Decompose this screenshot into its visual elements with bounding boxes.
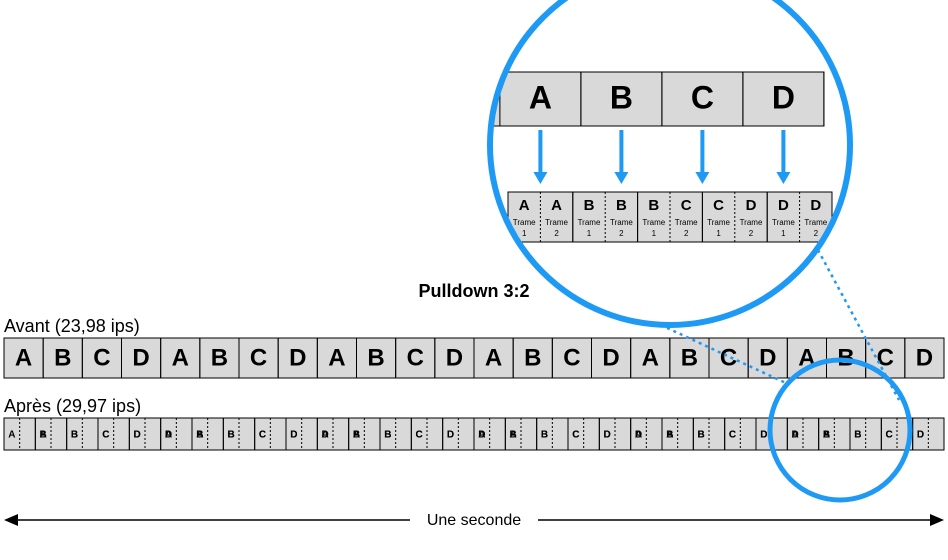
magnifier-trame-number: 2 <box>814 229 819 238</box>
after-field-letter: B <box>510 430 517 441</box>
after-field-letter: B <box>541 430 548 441</box>
before-frame-letter: C <box>407 344 424 371</box>
before-frame-letter: A <box>642 344 659 371</box>
after-field-letter: B <box>854 430 861 441</box>
before-frame-letter: C <box>250 344 267 371</box>
magnifier-output-fields: A Trame 1 A Trame 2 B Trame 1 B Trame 2 B Trame 1 C Tram… <box>508 192 832 242</box>
before-frame-letter: D <box>602 344 619 371</box>
magnifier-source-letter: D <box>772 79 795 115</box>
before-frame-letter: B <box>681 344 698 371</box>
before-frame-letter: C <box>877 344 894 371</box>
before-frame-letter: A <box>328 344 345 371</box>
magnifier-output-letter: C <box>713 197 724 214</box>
before-frame-letter: D <box>759 344 776 371</box>
magnifier-trame-label: Trame <box>740 218 763 227</box>
after-strip: AABBBCCDDDAABBBCCDDDAABBBCCDDDAABBBCCDDD… <box>4 418 948 450</box>
magnifier-trame-number: 2 <box>749 229 754 238</box>
after-field-letter: B <box>353 430 360 441</box>
after-field-letter: D <box>917 430 924 441</box>
magnifier-trame-label: Trame <box>545 218 568 227</box>
magnifier-trame-label: Trame <box>707 218 730 227</box>
pulldown-diagram: Pulldown 3:2 Avant (23,98 ips) ABCDABCDA… <box>0 0 948 560</box>
after-field-letter: A <box>322 430 329 441</box>
after-field-letter: D <box>134 430 141 441</box>
before-frame-letter: D <box>289 344 306 371</box>
magnifier-output-letter: B <box>616 197 627 214</box>
after-field-letter: C <box>102 430 109 441</box>
magnifier-trame-label: Trame <box>610 218 633 227</box>
magnifier-trame-number: 1 <box>652 229 657 238</box>
magnifier-trame-number: 2 <box>619 229 624 238</box>
before-frame-letter: A <box>485 344 502 371</box>
before-frame-letter: D <box>132 344 149 371</box>
after-field-letter: A <box>8 430 15 441</box>
before-frame-letter: A <box>15 344 32 371</box>
before-frame-letter: D <box>446 344 463 371</box>
after-field-letter: D <box>760 430 767 441</box>
magnifier-output-letter: A <box>551 197 562 214</box>
before-frame-letter: A <box>172 344 189 371</box>
magnifier-output-letter: C <box>681 197 692 214</box>
magnifier-output-letter: D <box>746 197 757 214</box>
before-frame-letter: B <box>54 344 71 371</box>
after-field-letter: C <box>416 430 423 441</box>
after-field-letter: D <box>290 430 297 441</box>
magnifier-trame-label: Trame <box>642 218 665 227</box>
after-field-letter: C <box>729 430 736 441</box>
magnifier-output-letter: B <box>648 197 659 214</box>
magnifier-trame-number: 2 <box>684 229 689 238</box>
before-frame-letter: B <box>524 344 541 371</box>
before-label: Avant (23,98 ips) <box>4 316 140 336</box>
after-field-letter: B <box>698 430 705 441</box>
diagram-title: Pulldown 3:2 <box>418 281 529 301</box>
magnifier-trame-label: Trame <box>772 218 795 227</box>
magnifier-trame-label: Trame <box>804 218 827 227</box>
footer-label: Une seconde <box>427 512 521 529</box>
after-field-letter: C <box>259 430 266 441</box>
after-field-letter: B <box>71 430 78 441</box>
before-frame-letter: C <box>720 344 737 371</box>
magnifier-source-letter: A <box>529 79 552 115</box>
magnifier-trame-number: 1 <box>587 229 592 238</box>
magnifier-trame-number: 1 <box>781 229 786 238</box>
before-frame-letter: B <box>211 344 228 371</box>
after-field-letter: D <box>604 430 611 441</box>
before-frame-letter: B <box>367 344 384 371</box>
after-field-letter: B <box>196 430 203 441</box>
after-field-letter: C <box>886 430 893 441</box>
magnifier-output-letter: A <box>519 197 530 214</box>
magnifier-trame-label: Trame <box>513 218 536 227</box>
after-field-letter: A <box>165 430 172 441</box>
magnifier-source-letter: C <box>691 79 714 115</box>
magnifier-trame-label: Trame <box>578 218 601 227</box>
magnifier-trame-label: Trame <box>675 218 698 227</box>
after-field-letter: A <box>635 430 642 441</box>
after-field-letter: A <box>792 430 799 441</box>
after-field-letter: B <box>666 430 673 441</box>
magnifier-output-letter: B <box>584 197 595 214</box>
after-field-letter: D <box>447 430 454 441</box>
after-field-letter: A <box>478 430 485 441</box>
before-frame-letter: C <box>563 344 580 371</box>
magnifier-trame-number: 2 <box>554 229 559 238</box>
magnifier-output-letter: D <box>778 197 789 214</box>
after-field-letter: B <box>228 430 235 441</box>
before-frame-letter: D <box>916 344 933 371</box>
after-field-letter: C <box>572 430 579 441</box>
magnifier-source-frames: A B C D <box>472 72 824 126</box>
before-frame-letter: C <box>93 344 110 371</box>
after-field-letter: B <box>40 430 47 441</box>
magnifier-trame-number: 1 <box>522 229 527 238</box>
after-field-letter: B <box>823 430 830 441</box>
after-label: Après (29,97 ips) <box>4 396 141 416</box>
after-field-letter: B <box>384 430 391 441</box>
one-second-span: Une seconde <box>4 512 944 529</box>
magnifier-output-letter: D <box>810 197 821 214</box>
magnifier-source-letter: B <box>610 79 633 115</box>
magnifier-trame-number: 1 <box>716 229 721 238</box>
